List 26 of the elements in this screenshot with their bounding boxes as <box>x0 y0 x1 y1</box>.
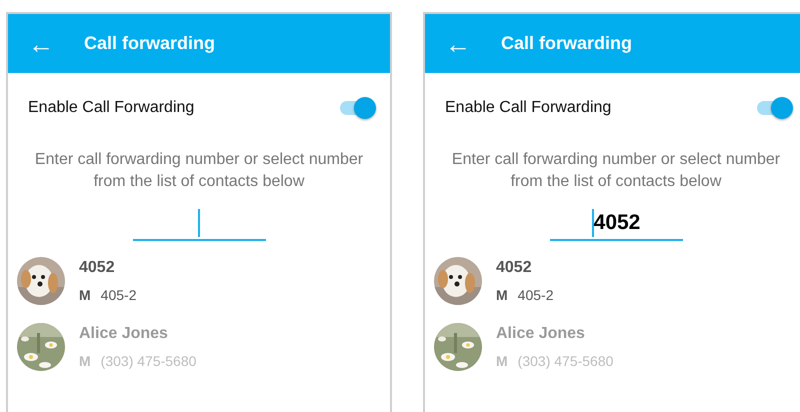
phone-number: (303) 475-5680 <box>518 353 614 369</box>
contact-item[interactable]: 4052 M 405-2 <box>425 253 800 319</box>
screen-title: Call forwarding <box>501 33 632 54</box>
contact-name: Alice Jones <box>79 325 169 343</box>
back-button[interactable]: ← <box>28 30 64 56</box>
toggle-label: Enable Call Forwarding <box>445 99 612 117</box>
toggle-label: Enable Call Forwarding <box>28 99 194 117</box>
phone-type: M <box>496 287 508 303</box>
contact-name: Alice Jones <box>496 325 586 343</box>
phone-number: 405-2 <box>100 287 136 303</box>
helper-text: Enter call forwarding number or select number from the list of contacts below <box>450 150 782 192</box>
phone-type: M <box>496 353 508 369</box>
screen-title: Call forwarding <box>84 33 216 54</box>
toggle-switch[interactable] <box>757 97 793 119</box>
number-field[interactable] <box>132 207 266 241</box>
contact-item[interactable]: 4052 M 405-2 <box>8 253 390 319</box>
toggle-switch[interactable] <box>340 97 376 119</box>
contact-name: 4052 <box>496 259 533 277</box>
phone-type: M <box>79 287 91 303</box>
helper-text: Enter call forwarding number or select number from the list of contacts below <box>34 150 364 192</box>
phone-number: (303) 475-5680 <box>100 353 196 369</box>
contact-name: 4052 <box>79 259 116 277</box>
number-field[interactable]: 4052 <box>550 207 682 241</box>
back-button[interactable]: ← <box>445 30 481 56</box>
phone-number: 405-2 <box>518 287 554 303</box>
phone-type: M <box>79 353 91 369</box>
